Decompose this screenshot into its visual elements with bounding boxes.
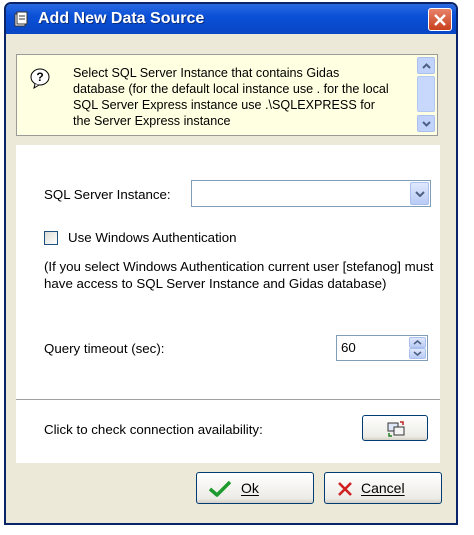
timeout-value[interactable]: 60 bbox=[341, 340, 356, 355]
info-text: Select SQL Server Instance that contains… bbox=[73, 66, 389, 128]
ok-label: Ok bbox=[241, 480, 259, 496]
scroll-up-button[interactable] bbox=[417, 57, 435, 74]
question-icon: ? bbox=[30, 68, 50, 89]
window-title: Add New Data Source bbox=[38, 10, 205, 27]
auth-note: (If you select Windows Authentication cu… bbox=[44, 259, 434, 291]
scroll-thumb[interactable] bbox=[417, 76, 435, 112]
windows-auth-checkbox[interactable] bbox=[44, 231, 58, 245]
instance-label: SQL Server Instance: bbox=[44, 187, 171, 202]
chevron-down-icon bbox=[415, 191, 425, 197]
ok-button[interactable]: Ok bbox=[196, 472, 314, 504]
check-connection-button[interactable] bbox=[362, 415, 428, 441]
chevron-up-icon bbox=[422, 63, 431, 69]
title-bar[interactable]: Add New Data Source bbox=[6, 4, 456, 34]
info-scrollbar[interactable] bbox=[417, 57, 435, 133]
chevron-down-icon bbox=[422, 121, 431, 127]
windows-auth-label[interactable]: Use Windows Authentication bbox=[68, 230, 237, 245]
cancel-button[interactable]: Cancel bbox=[324, 472, 442, 504]
timeout-label: Query timeout (sec): bbox=[44, 341, 165, 356]
close-icon bbox=[434, 14, 446, 26]
settings-panel: SQL Server Instance: Use Windows Authent… bbox=[16, 145, 440, 463]
scroll-down-button[interactable] bbox=[417, 115, 435, 132]
check-connection-label: Click to check connection availability: bbox=[44, 422, 263, 437]
spin-up-button[interactable] bbox=[409, 337, 426, 348]
cancel-label: Cancel bbox=[361, 480, 405, 496]
timeout-stepper[interactable]: 60 bbox=[336, 335, 428, 361]
checkmark-icon bbox=[209, 481, 231, 497]
instance-select[interactable] bbox=[191, 180, 431, 207]
svg-text:?: ? bbox=[36, 70, 43, 84]
chevron-up-icon bbox=[413, 340, 422, 345]
instance-dropdown-button[interactable] bbox=[410, 182, 429, 205]
database-icon bbox=[14, 11, 28, 27]
info-box: ? Select SQL Server Instance that contai… bbox=[16, 54, 438, 136]
connection-icon bbox=[387, 421, 405, 437]
close-button[interactable] bbox=[428, 8, 452, 31]
spin-down-button[interactable] bbox=[409, 348, 426, 359]
chevron-down-icon bbox=[413, 351, 422, 356]
divider bbox=[16, 399, 440, 400]
cancel-x-icon bbox=[338, 482, 352, 496]
